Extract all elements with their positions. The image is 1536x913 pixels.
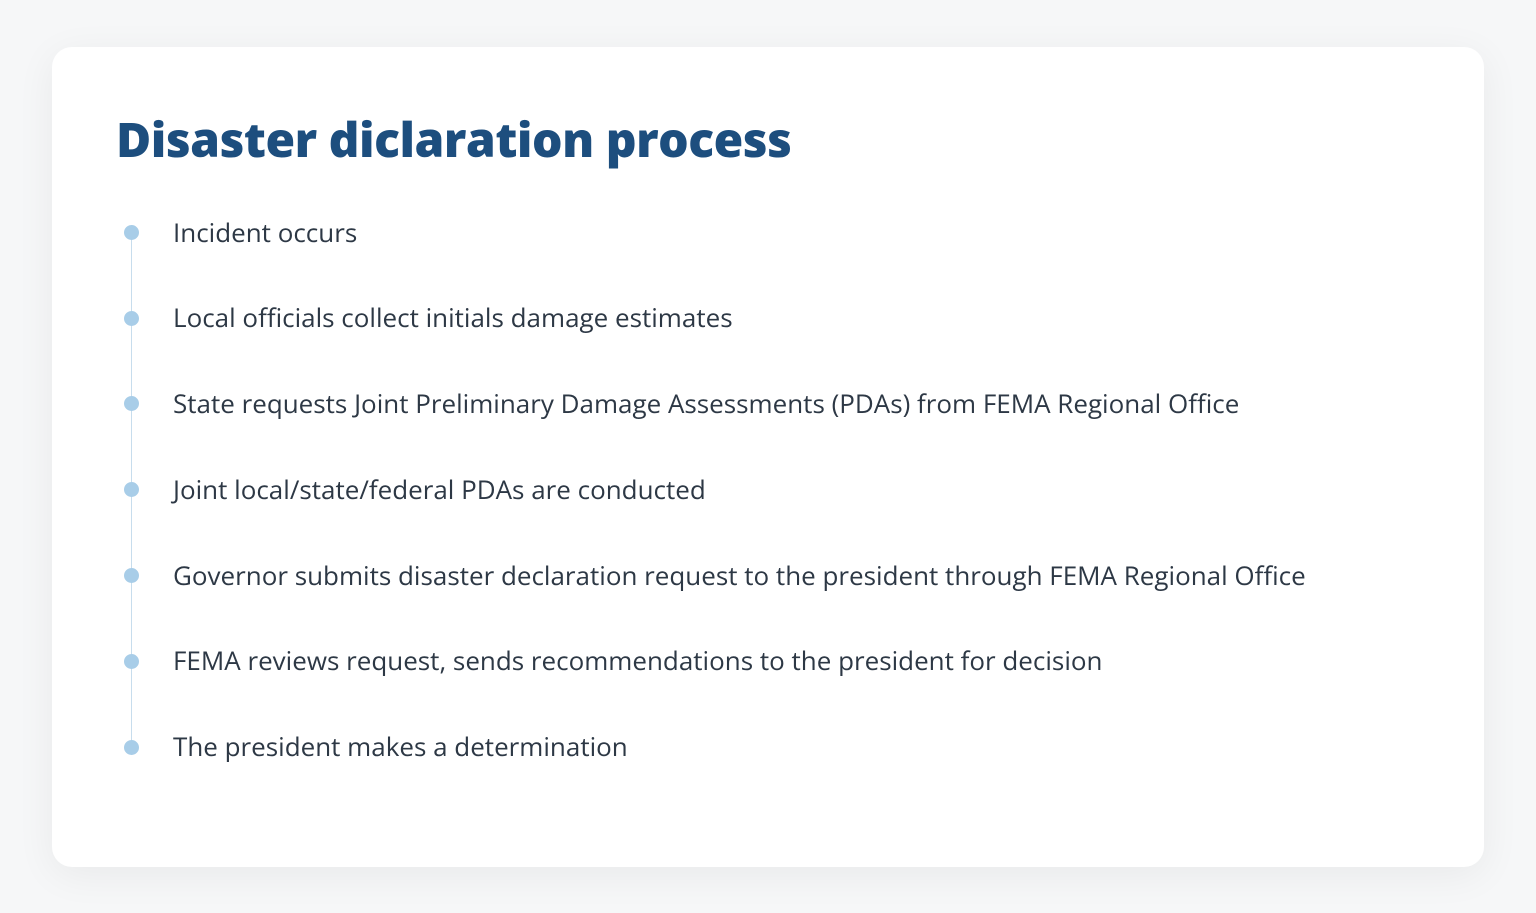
timeline-step: Governor submits disaster declaration re… [124,559,1420,593]
timeline-step: State requests Joint Preliminary Damage … [124,387,1420,421]
bullet-icon [124,740,139,755]
timeline: Incident occurs Local officials collect … [116,216,1420,765]
bullet-icon [124,482,139,497]
bullet-icon [124,396,139,411]
step-text: State requests Joint Preliminary Damage … [173,387,1239,421]
step-text: Local officials collect initials damage … [173,301,733,335]
timeline-step: FEMA reviews request, sends recommendati… [124,644,1420,678]
timeline-step: The president makes a determination [124,730,1420,764]
step-text: FEMA reviews request, sends recommendati… [173,644,1102,678]
step-text: Joint local/state/federal PDAs are condu… [173,473,706,507]
timeline-step: Local officials collect initials damage … [124,301,1420,335]
bullet-icon [124,568,139,583]
card-title: Disaster diclaration process [116,107,1420,172]
timeline-step: Incident occurs [124,216,1420,250]
process-card: Disaster diclaration process Incident oc… [52,47,1484,867]
step-text: The president makes a determination [173,730,628,764]
bullet-icon [124,225,139,240]
bullet-icon [124,311,139,326]
bullet-icon [124,654,139,669]
step-text: Incident occurs [173,216,357,250]
step-text: Governor submits disaster declaration re… [173,559,1306,593]
timeline-step: Joint local/state/federal PDAs are condu… [124,473,1420,507]
